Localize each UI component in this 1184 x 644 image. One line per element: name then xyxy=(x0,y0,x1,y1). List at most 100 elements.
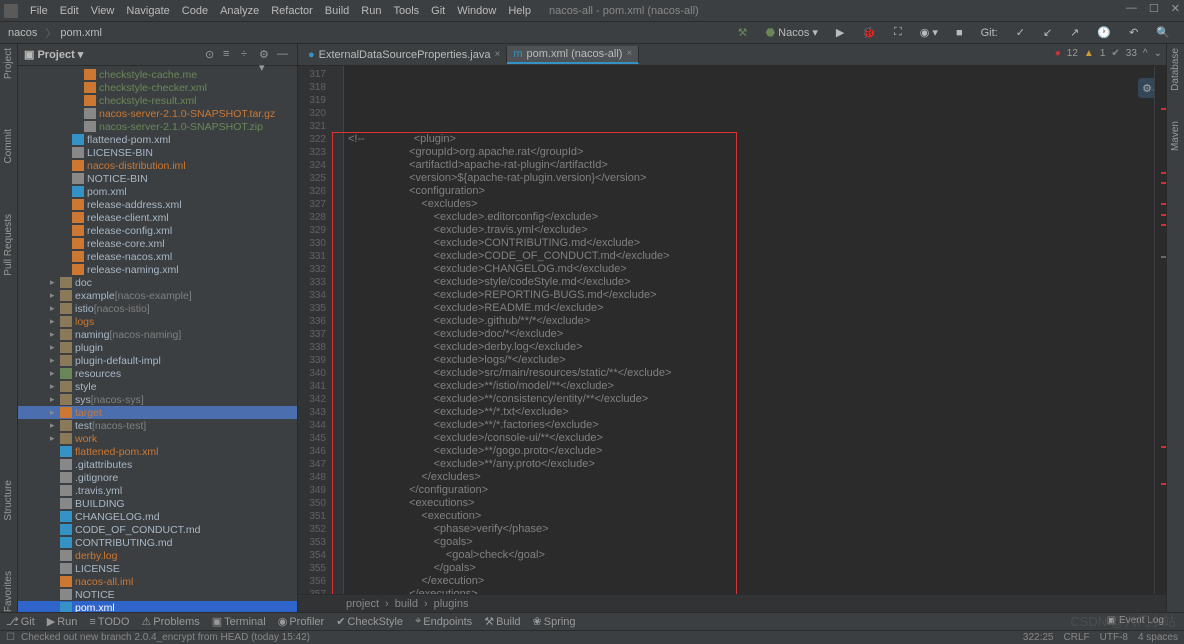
tree-item[interactable]: BUILDING xyxy=(18,497,297,510)
tool-git[interactable]: ⎇ Git xyxy=(6,615,35,628)
breadcrumb-file[interactable]: pom.xml xyxy=(60,27,102,39)
weak-warning-count[interactable]: 33 xyxy=(1126,48,1137,59)
tool-favorites[interactable]: Favorites xyxy=(3,571,14,612)
indent-setting[interactable]: 4 spaces xyxy=(1138,632,1178,643)
chevron-down-icon[interactable]: ⌄ xyxy=(1154,48,1162,59)
tree-item[interactable]: ▸target xyxy=(18,406,297,419)
git-commit-button[interactable]: ↙ xyxy=(1037,25,1058,40)
tree-item[interactable]: ▸naming [nacos-naming] xyxy=(18,328,297,341)
hide-panel-icon[interactable]: — xyxy=(277,48,291,62)
event-log[interactable]: ▣ Event Log xyxy=(1107,615,1164,626)
tree-item[interactable]: nacos-server-2.1.0-SNAPSHOT.zip xyxy=(18,120,297,133)
menu-build[interactable]: Build xyxy=(319,5,355,17)
tool-run[interactable]: ▶ Run xyxy=(47,615,78,628)
stop-button[interactable]: ■ xyxy=(950,26,969,40)
tool-todo[interactable]: ≡ TODO xyxy=(89,616,129,628)
tree-item[interactable]: release-nacos.xml xyxy=(18,250,297,263)
menu-view[interactable]: View xyxy=(85,5,121,17)
menu-analyze[interactable]: Analyze xyxy=(214,5,265,17)
tree-item[interactable]: .travis.yml xyxy=(18,484,297,497)
tree-item[interactable]: derby.log xyxy=(18,549,297,562)
tree-item[interactable]: ▸plugin-default-impl xyxy=(18,354,297,367)
close-button[interactable]: ✕ xyxy=(1171,2,1180,15)
tree-item[interactable]: pom.xml xyxy=(18,185,297,198)
code-editor[interactable]: 3173183193203213223233243253263273283293… xyxy=(298,66,1166,594)
tree-item[interactable]: ▸istio [nacos-istio] xyxy=(18,302,297,315)
maximize-button[interactable]: ☐ xyxy=(1149,2,1159,15)
file-encoding[interactable]: UTF-8 xyxy=(1100,632,1128,643)
minimize-button[interactable]: — xyxy=(1126,2,1137,15)
tool-structure[interactable]: Structure xyxy=(3,480,14,521)
build-button[interactable]: ⚒ xyxy=(732,25,754,40)
debug-button[interactable]: 🐞 xyxy=(856,25,882,40)
error-stripe[interactable] xyxy=(1154,66,1166,594)
tree-item[interactable]: NOTICE-BIN xyxy=(18,172,297,185)
line-separator[interactable]: CRLF xyxy=(1064,632,1090,643)
tree-item[interactable]: checkstyle-cache.me xyxy=(18,68,297,81)
chevron-up-icon[interactable]: ^ xyxy=(1143,48,1148,59)
expand-all-icon[interactable]: ≡ xyxy=(223,48,237,62)
fold-gutter[interactable] xyxy=(332,66,344,594)
tree-item[interactable]: CHANGELOG.md xyxy=(18,510,297,523)
profile-button[interactable]: ◉ ▾ xyxy=(914,25,944,40)
error-count[interactable]: 12 xyxy=(1067,48,1078,59)
tree-item[interactable]: CONTRIBUTING.md xyxy=(18,536,297,549)
tree-item[interactable]: ▸example [nacos-example] xyxy=(18,289,297,302)
quick-actions-icon[interactable]: ☐ xyxy=(6,632,15,643)
tree-item[interactable]: release-config.xml xyxy=(18,224,297,237)
menu-run[interactable]: Run xyxy=(355,5,387,17)
run-config-dropdown[interactable]: ⬣ Nacos ▾ xyxy=(760,25,824,40)
menu-tools[interactable]: Tools xyxy=(387,5,425,17)
close-icon[interactable]: × xyxy=(494,49,500,60)
tool-pull-requests[interactable]: Pull Requests xyxy=(3,214,14,276)
project-tree[interactable]: checkstyle-cache.mecheckstyle-checker.xm… xyxy=(18,66,297,612)
breadcrumb-root[interactable]: nacos xyxy=(8,27,37,39)
tab-pom-xml[interactable]: mpom.xml (nacos-all)× xyxy=(507,46,639,64)
tool-terminal[interactable]: ▣ Terminal xyxy=(212,615,266,628)
tree-item[interactable]: nacos-all.iml xyxy=(18,575,297,588)
search-button[interactable]: 🔍 xyxy=(1150,25,1176,40)
warning-count[interactable]: 1 xyxy=(1100,48,1106,59)
tree-item[interactable]: release-client.xml xyxy=(18,211,297,224)
menu-file[interactable]: File xyxy=(24,5,54,17)
tool-project[interactable]: Project xyxy=(3,48,14,79)
menu-navigate[interactable]: Navigate xyxy=(120,5,175,17)
tree-item[interactable]: LICENSE-BIN xyxy=(18,146,297,159)
tree-item[interactable]: ▸logs xyxy=(18,315,297,328)
coverage-button[interactable]: ⛶ xyxy=(888,25,908,40)
tree-item[interactable]: CODE_OF_CONDUCT.md xyxy=(18,523,297,536)
tool-checkstyle[interactable]: ✔ CheckStyle xyxy=(336,615,403,628)
tool-endpoints[interactable]: ⌖ Endpoints xyxy=(415,615,472,628)
tree-item[interactable]: nacos-server-2.1.0-SNAPSHOT.tar.gz xyxy=(18,107,297,120)
tree-item[interactable]: .gitignore xyxy=(18,471,297,484)
tree-item[interactable]: .gitattributes xyxy=(18,458,297,471)
tree-item[interactable]: ▸sys [nacos-sys] xyxy=(18,393,297,406)
tree-item[interactable]: release-naming.xml xyxy=(18,263,297,276)
settings-icon[interactable]: ⚙ ▾ xyxy=(259,48,273,62)
collapse-all-icon[interactable]: ÷ xyxy=(241,48,255,62)
tree-item[interactable]: ▸style xyxy=(18,380,297,393)
tool-profiler[interactable]: ◉ Profiler xyxy=(278,615,324,628)
cursor-position[interactable]: 322:25 xyxy=(1023,632,1054,643)
tree-item[interactable]: flattened-pom.xml xyxy=(18,133,297,146)
close-icon[interactable]: × xyxy=(626,48,632,59)
menu-window[interactable]: Window xyxy=(451,5,502,17)
tab-external-datasource[interactable]: ●ExternalDataSourceProperties.java× xyxy=(302,47,507,63)
git-history-button[interactable]: 🕐 xyxy=(1091,25,1117,40)
git-rollback-button[interactable]: ↶ xyxy=(1123,25,1144,40)
tool-problems[interactable]: ⚠ Problems xyxy=(141,615,199,628)
git-update-button[interactable]: ✓ xyxy=(1010,25,1031,40)
tree-item[interactable]: ▸resources xyxy=(18,367,297,380)
tree-item[interactable]: checkstyle-result.xml xyxy=(18,94,297,107)
menu-help[interactable]: Help xyxy=(502,5,537,17)
tree-item[interactable]: flattened-pom.xml xyxy=(18,445,297,458)
tool-commit[interactable]: Commit xyxy=(3,129,14,163)
tree-item[interactable]: LICENSE xyxy=(18,562,297,575)
select-opened-file-icon[interactable]: ⊙ xyxy=(205,48,219,62)
menu-refactor[interactable]: Refactor xyxy=(265,5,319,17)
menu-git[interactable]: Git xyxy=(425,5,451,17)
tree-item[interactable]: pom.xml xyxy=(18,601,297,612)
editor-breadcrumb[interactable]: project › build › plugins xyxy=(298,594,1166,612)
menu-edit[interactable]: Edit xyxy=(54,5,85,17)
tree-item[interactable]: nacos-distribution.iml xyxy=(18,159,297,172)
